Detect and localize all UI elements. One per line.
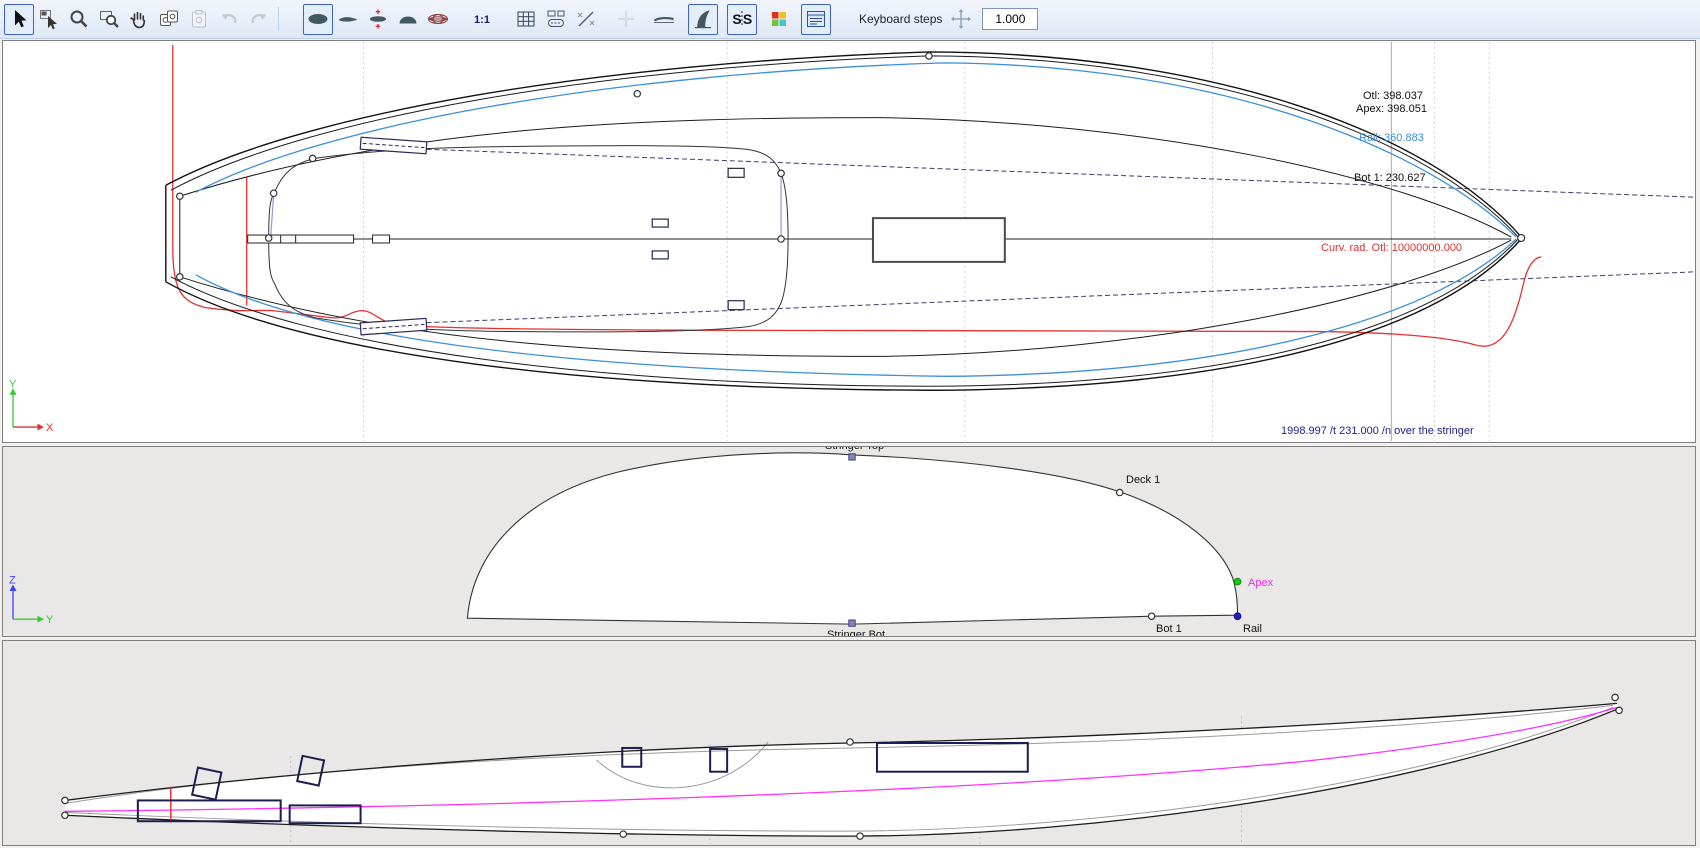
redo-button[interactable]: [244, 4, 274, 35]
zoom-window-tool-button[interactable]: [94, 4, 124, 35]
wireframe-view-button[interactable]: [423, 4, 453, 35]
pan-tool-button[interactable]: [124, 4, 154, 35]
deck1-control-point: [1116, 489, 1122, 495]
zoom-window-icon: [97, 7, 121, 31]
wireframe-3d-view-icon: [426, 7, 450, 31]
stringer-bot-label: Stringer Bot: [827, 629, 885, 637]
thickness-view-button[interactable]: [393, 4, 423, 35]
keyboard-steps-label: Keyboard steps: [859, 12, 942, 26]
measurements-button[interactable]: [541, 4, 571, 35]
slice-round-view-icon: [396, 7, 420, 31]
bot1-measurement-label: Bot 1: 230.627: [1354, 172, 1426, 185]
slice-apex-view-icon: [366, 7, 390, 31]
select-tool-button[interactable]: [4, 4, 34, 35]
thickness-profile-view-icon: [336, 7, 360, 31]
profile-view-canvas[interactable]: [3, 641, 1695, 845]
rail-point: [1234, 613, 1241, 620]
scale-1-1-button[interactable]: 1:1: [467, 4, 497, 35]
profile-view-panel[interactable]: [2, 640, 1696, 846]
move-point-button[interactable]: [611, 4, 641, 35]
fin-icon: [691, 7, 715, 31]
paste-view-button[interactable]: [184, 4, 214, 35]
stringer-bot-marker: [849, 620, 855, 626]
svg-text:Y: Y: [46, 614, 54, 626]
stringer-top-marker: [849, 454, 855, 460]
undo-button[interactable]: [214, 4, 244, 35]
board-cad-application: 1:1 SS Keyboard steps: [0, 0, 1700, 848]
otl-measurement-label: Otl: 398.037: [1363, 90, 1423, 103]
svg-text:S: S: [732, 11, 741, 27]
copy-view-icon: [157, 7, 181, 31]
slice-view-canvas[interactable]: Z Y: [3, 447, 1695, 636]
axis-indicator: Z Y: [9, 575, 54, 627]
apex-curve[interactable]: [171, 56, 1519, 386]
stringer-top-label: Stringer Top: [825, 446, 884, 453]
svg-text:S: S: [743, 11, 752, 27]
profile-fill: [65, 703, 1619, 836]
keyboard-steps-move-icon: [950, 8, 972, 30]
pan-hand-icon: [127, 7, 151, 31]
rectangle-select-tool-button[interactable]: [34, 4, 64, 35]
outline-view-button[interactable]: [303, 4, 333, 35]
fin-box-bottom[interactable]: [360, 318, 427, 334]
control-tangent-lines: [271, 173, 781, 239]
toolbar-separator: [278, 7, 279, 31]
svg-text:1:1: 1:1: [474, 14, 490, 26]
select-arrow-icon: [7, 7, 31, 31]
color-palette-icon: [767, 7, 791, 31]
deck1-label: Deck 1: [1126, 474, 1160, 487]
profile-view-button[interactable]: [333, 4, 363, 35]
apex-label: Apex: [1248, 577, 1273, 590]
bot1-label: Bot 1: [1156, 623, 1182, 636]
slices-button[interactable]: SS: [727, 4, 757, 35]
rail-measurement-label: Rail: 360.883: [1359, 132, 1424, 145]
fin-axis-lines: [379, 147, 1695, 324]
copy-view-button[interactable]: [154, 4, 184, 35]
redo-icon: [247, 7, 271, 31]
colors-button[interactable]: [764, 4, 794, 35]
keyboard-steps-input[interactable]: [982, 8, 1038, 30]
guidelines-button[interactable]: [571, 4, 601, 35]
measurements-icon: [544, 7, 568, 31]
slice-curve[interactable]: [467, 453, 1237, 624]
grid-button[interactable]: [511, 4, 541, 35]
apex-point: [1234, 578, 1241, 585]
guidelines-icon: [574, 7, 598, 31]
fin-box-top[interactable]: [360, 137, 427, 153]
main-toolbar: 1:1 SS Keyboard steps: [0, 0, 1700, 39]
bot1-control-point: [1148, 613, 1154, 619]
insert-box[interactable]: [873, 218, 1005, 262]
properties-panel-icon: [804, 7, 828, 31]
outline-curve[interactable]: [166, 52, 1522, 390]
svg-text:X: X: [46, 422, 54, 434]
curvature-measurement-label: Curv. rad. Otl: 10000000.000: [1321, 242, 1462, 255]
axis-indicator: Y X: [9, 378, 54, 434]
move-cross-icon: [614, 7, 638, 31]
undo-icon: [217, 7, 241, 31]
slices-symmetry-icon: SS: [730, 7, 754, 31]
properties-panel-button[interactable]: [801, 4, 831, 35]
rocker-view-icon: [652, 7, 676, 31]
grid-icon: [514, 7, 538, 31]
fin-button[interactable]: [688, 4, 718, 35]
rocker-view-button[interactable]: [649, 4, 679, 35]
slice-view-button[interactable]: [363, 4, 393, 35]
paste-view-icon: [187, 7, 211, 31]
outline-plan-view-icon: [306, 7, 330, 31]
apex-measurement-label: Apex: 398.051: [1356, 103, 1427, 116]
cursor-position-status: 1998.997 /t 231.000 /n over the stringer: [1281, 425, 1474, 438]
svg-text:Z: Z: [9, 575, 16, 587]
svg-text:Y: Y: [9, 378, 17, 390]
zoom-icon: [67, 7, 91, 31]
scale-1-1-icon: 1:1: [470, 7, 494, 31]
zoom-tool-button[interactable]: [64, 4, 94, 35]
select-rectangle-icon: [37, 7, 61, 31]
slice-view-panel[interactable]: Z Y Stringer Top Deck 1 Apex Bot 1 Rail …: [2, 446, 1696, 637]
outline-view-panel[interactable]: Y X Otl: 398.037 Apex: 398.051 Rail: 360…: [2, 40, 1696, 443]
rail-label: Rail: [1243, 623, 1262, 636]
